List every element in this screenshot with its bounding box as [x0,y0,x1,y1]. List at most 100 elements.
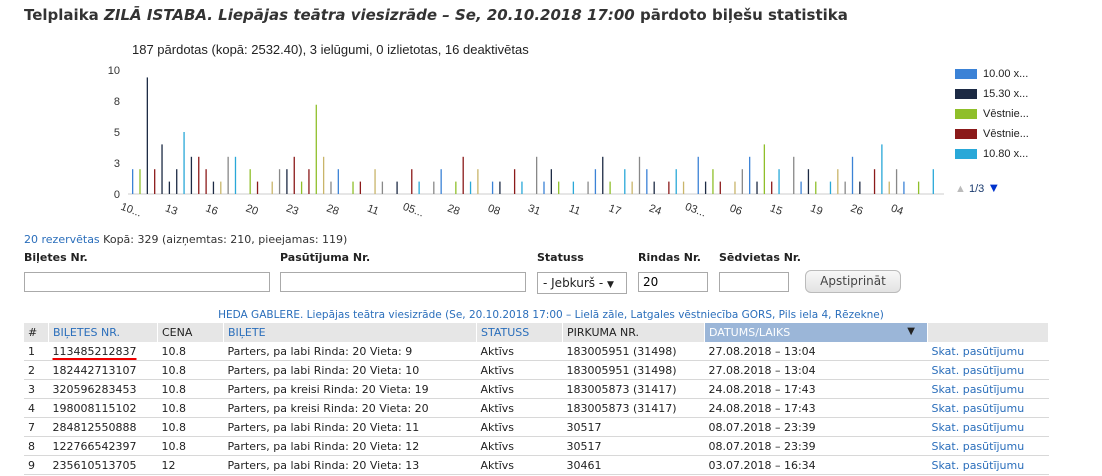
legend-item[interactable]: 10.00 x... [955,68,1028,82]
cell-view-order[interactable]: Skat. pasūtījumu [927,398,1049,418]
status-select[interactable]: - Jebkurš - ▼ [537,272,627,294]
legend-next-icon[interactable]: ▼ [987,180,1000,195]
cell-status: Aktīvs [476,360,563,380]
chart-bar [763,144,766,194]
cell-view-order[interactable]: Skat. pasūtījumu [927,436,1049,456]
x-tick-label: 04 [889,202,905,217]
chart-bar [168,181,171,194]
cell-purchase-no: 30517 [562,417,705,437]
col-header-price: CENA [157,323,224,342]
cell-price: 10.8 [157,417,224,437]
chart-bar [271,181,273,194]
chart-bar [624,169,626,194]
reservations-link[interactable]: 20 rezervētas [24,233,100,246]
legend-pager[interactable]: ▲ 1/3 ▼ [955,180,1000,195]
y-tick-label: 0 [114,189,120,201]
col-header-ticket[interactable]: BIĻETE [223,323,477,342]
ticket-no-input[interactable] [24,272,270,292]
status-select-value: - Jebkurš - [543,276,604,290]
confirm-button[interactable]: Apstiprināt [805,270,901,293]
chart-bar [697,156,699,194]
col-header-status[interactable]: STATUSS [476,323,563,342]
chart-bar [337,169,339,194]
cell-index: 2 [24,360,49,380]
cell-ticket-no: 320596283453 [48,379,158,399]
reservation-totals: Kopā: 329 (aizņemtas: 210, pieejamas: 11… [99,233,348,246]
chart-bar [220,181,222,194]
legend-label: Vēstnie... [983,108,1029,120]
cell-status: Aktīvs [476,342,563,361]
x-tick-label: 23 [284,202,300,217]
legend-item[interactable]: 15.30 x... [955,88,1028,102]
chart-bar [749,156,751,194]
chart-bar [359,181,362,194]
table-header-row: # BIĻETES NR. CENA BIĻETE STATUSS PIRKUM… [24,323,1049,342]
row-no-input[interactable] [638,272,708,292]
chart-bar [205,169,207,194]
cell-datetime: 08.07.2018 – 23:39 [704,436,928,456]
cell-view-order[interactable]: Skat. pasūtījumu [927,417,1049,437]
chart-bar [712,169,714,194]
cell-datetime: 27.08.2018 – 13:04 [704,342,928,361]
chart-bar [859,181,861,194]
cell-price: 10.8 [157,379,224,399]
chart-bar [139,169,141,194]
cell-ticket: Parters, pa labi Rinda: 20 Vieta: 9 [223,342,477,361]
col-header-datetime-label: DATUMS/LAIKS [709,326,791,339]
chart-bar [815,181,817,194]
x-tick-label: 28 [446,202,462,217]
chart-bar [352,181,354,194]
cell-purchase-no: 183005873 (31417) [562,398,705,418]
cell-ticket: Parters, pa kreisi Rinda: 20 Vieta: 20 [223,398,477,418]
legend-prev-icon[interactable]: ▲ [955,183,966,195]
chart-bar [278,169,281,194]
chart-bar [704,181,707,194]
chart-bar [881,144,883,194]
chart-bar [602,156,604,194]
x-tick-label: 13 [164,202,180,217]
chart-bar [771,181,773,194]
chart-bar [550,169,552,194]
chart-bar [675,169,677,194]
legend-page-label: 1/3 [968,183,985,195]
chart-bar [932,169,934,194]
cell-view-order[interactable]: Skat. pasūtījumu [927,360,1049,380]
cell-ticket: Parters, pa kreisi Rinda: 20 Vieta: 19 [223,379,477,399]
chart-bar [499,181,501,194]
chart-bar [513,169,516,194]
col-header-datetime[interactable]: DATUMS/LAIKS ▼ [704,323,928,342]
chart-bar [374,169,376,194]
cell-status: Aktīvs [476,455,563,475]
chart-bar [132,169,134,194]
cell-datetime: 24.08.2018 – 17:43 [704,398,928,418]
chart-bar [198,156,200,194]
x-tick-label: 11 [567,203,582,218]
table-row: 1 113485212837 10.8 Parters, pa labi Rinda:… [24,342,1049,361]
reservation-summary: 20 rezervētas Kopā: 329 (aizņemtas: 210,… [24,233,347,246]
seat-no-input[interactable] [719,272,789,292]
cell-view-order[interactable]: Skat. pasūtījumu [927,379,1049,399]
chart-bar [212,181,215,194]
chart-bar [719,181,721,194]
cell-ticket-no: 113485212837 [48,342,158,361]
col-header-ticket-no[interactable]: BIĻETES NR. [48,323,158,342]
y-tick-label: 5 [114,127,120,139]
chart-bar [917,181,920,194]
chart-bar [161,144,163,194]
row-no-label: Rindas Nr. [638,251,701,264]
order-no-label: Pasūtījuma Nr. [280,251,371,264]
chart-bar [741,169,743,194]
cell-price: 10.8 [157,398,224,418]
cell-ticket-no: 198008115102 [48,398,158,418]
legend-item[interactable]: Vēstnie... [955,128,1029,142]
event-link[interactable]: HEDA GABLERE. Liepājas teātra viesizrāde… [0,309,1102,321]
legend-item[interactable]: 10.80 x... [955,148,1028,162]
table-row: 4 198008115102 10.8 Parters, pa kreisi Rind… [24,398,1049,418]
chart-bar [322,156,325,194]
cell-view-order[interactable]: Skat. pasūtījumu [927,455,1049,475]
cell-datetime: 03.07.2018 – 16:34 [704,455,928,475]
legend-item[interactable]: Vēstnie... [955,108,1029,122]
chart-bar [638,156,641,194]
cell-view-order[interactable]: Skat. pasūtījumu [927,342,1049,361]
order-no-input[interactable] [280,272,526,292]
